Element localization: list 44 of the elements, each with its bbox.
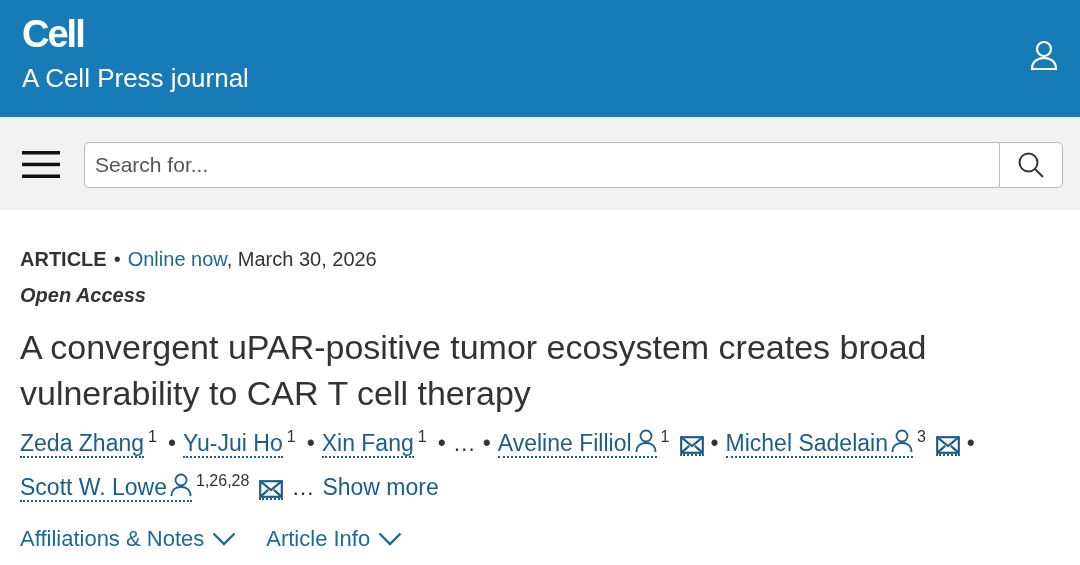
- access-label: Open Access: [20, 283, 147, 308]
- separator-dot: •: [710, 430, 719, 456]
- separator-dot: •: [482, 430, 491, 456]
- journal-logo[interactable]: Cell: [22, 14, 249, 54]
- email-link[interactable]: [935, 433, 960, 456]
- section-toggle[interactable]: Article Info: [266, 522, 403, 555]
- separator-dot: •: [966, 430, 975, 456]
- author-link[interactable]: Yu-Jui Ho: [183, 430, 283, 458]
- affiliation-number: 1,26,28: [196, 472, 250, 489]
- person-icon: [634, 429, 657, 453]
- envelope-icon: [679, 435, 704, 454]
- author-link[interactable]: Aveline Filliol: [497, 430, 657, 458]
- ellipsis: …: [291, 474, 315, 500]
- author-link[interactable]: Zeda Zhang: [20, 430, 145, 458]
- affiliation-number: 1: [148, 428, 157, 445]
- affiliation-number: 1: [660, 428, 670, 445]
- search-field[interactable]: Search for...: [84, 141, 999, 188]
- article-type: ARTICLE: [20, 248, 107, 270]
- search-icon: [1018, 151, 1044, 178]
- author-link[interactable]: Xin Fang: [321, 430, 414, 458]
- person-icon: [170, 473, 192, 497]
- separator-dot: •: [113, 248, 121, 270]
- separator-dot: •: [306, 430, 315, 456]
- affiliation-number: 3: [916, 428, 926, 445]
- show-more-link[interactable]: Show more: [322, 474, 439, 500]
- article-title: A convergent uPAR-positive tumor ecosystem creates broad vulnerability to CAR T cell therapy: [20, 327, 928, 414]
- separator-dot: •: [167, 430, 176, 456]
- journal-tagline: A Cell Press journal: [22, 62, 249, 95]
- ellipsis: …: [452, 430, 476, 456]
- envelope-icon: [935, 435, 960, 454]
- email-link[interactable]: [259, 477, 284, 500]
- affiliation-number: 1: [417, 428, 427, 445]
- author-link[interactable]: Scott W. Lowe: [20, 474, 192, 502]
- affiliation-number: 1: [286, 428, 296, 445]
- email-link[interactable]: [679, 433, 704, 456]
- search-button[interactable]: [999, 141, 1063, 188]
- author-link[interactable]: Michel Sadelain: [725, 430, 913, 458]
- person-icon: [890, 429, 913, 453]
- user-icon[interactable]: [1030, 40, 1058, 70]
- status-link[interactable]: Online now: [127, 248, 227, 270]
- separator-dot: •: [437, 430, 446, 456]
- menu-icon[interactable]: [22, 151, 60, 178]
- section-toggle[interactable]: Affiliations & Notes: [20, 522, 237, 555]
- envelope-icon: [259, 479, 284, 498]
